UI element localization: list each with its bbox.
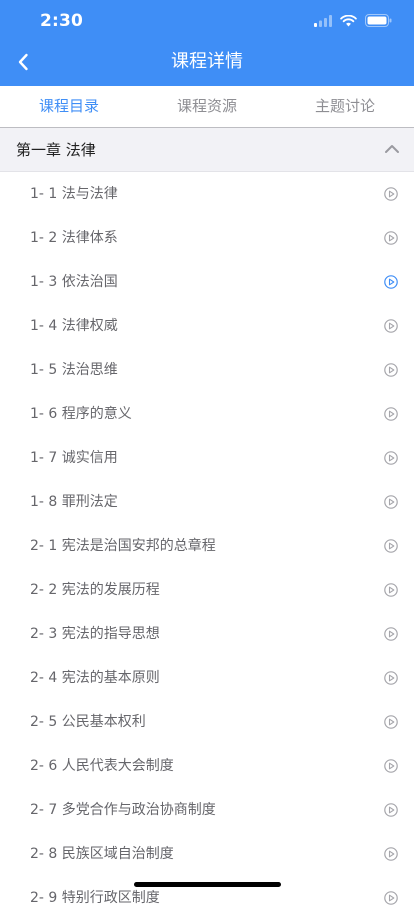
nav-header: 2:30 课程详情 [0,0,414,86]
tab-topic-discussion[interactable]: 主题讨论 [276,86,414,128]
lesson-item[interactable]: 1- 7 诚实信用 [0,436,414,480]
status-time: 2:30 [40,11,84,31]
lesson-item[interactable]: 2- 4 宪法的基本原则 [0,656,414,700]
play-circle-icon[interactable] [384,847,398,861]
lesson-label: 1- 5 法治思维 [30,362,118,378]
lesson-label: 2- 2 宪法的发展历程 [30,582,160,598]
play-circle-icon[interactable] [384,583,398,597]
lesson-item[interactable]: 2- 2 宪法的发展历程 [0,568,414,612]
lesson-item[interactable]: 1- 3 依法治国 [0,260,414,304]
play-circle-icon[interactable] [384,407,398,421]
lesson-item[interactable]: 2- 8 民族区域自治制度 [0,832,414,876]
lesson-label: 1- 3 依法治国 [30,274,118,290]
chapter-header[interactable]: 第一章 法律 [0,128,414,172]
lesson-label: 2- 3 宪法的指导思想 [30,626,160,642]
lesson-label: 1- 8 罪刑法定 [30,494,118,510]
wifi-icon [340,14,357,26]
lesson-label: 2- 5 公民基本权利 [30,714,146,730]
lesson-list: 1- 1 法与法律 1- 2 法律体系 1- 3 依法治国 1- 4 法律权威 … [0,172,414,920]
lesson-item[interactable]: 1- 8 罪刑法定 [0,480,414,524]
play-circle-icon[interactable] [384,539,398,553]
lesson-item[interactable]: 1- 6 程序的意义 [0,392,414,436]
lesson-label: 2- 4 宪法的基本原则 [30,670,160,686]
lesson-item[interactable]: 2- 3 宪法的指导思想 [0,612,414,656]
lesson-label: 2- 8 民族区域自治制度 [30,846,174,862]
lesson-item[interactable]: 2- 6 人民代表大会制度 [0,744,414,788]
chapter-title: 第一章 法律 [16,141,96,159]
lesson-label: 2- 7 多党合作与政治协商制度 [30,802,216,818]
play-circle-icon[interactable] [384,451,398,465]
lesson-label: 1- 6 程序的意义 [30,406,132,422]
lesson-label: 1- 2 法律体系 [30,230,118,246]
lesson-label: 1- 1 法与法律 [30,186,118,202]
lesson-item[interactable]: 1- 2 法律体系 [0,216,414,260]
lesson-item[interactable]: 1- 5 法治思维 [0,348,414,392]
play-circle-icon[interactable] [384,671,398,685]
play-circle-icon[interactable] [384,715,398,729]
play-circle-icon[interactable] [384,627,398,641]
lesson-item[interactable]: 2- 7 多党合作与政治协商制度 [0,788,414,832]
lesson-item[interactable]: 2- 5 公民基本权利 [0,700,414,744]
tab-course-catalog[interactable]: 课程目录 [0,86,138,130]
lesson-label: 1- 7 诚实信用 [30,450,118,466]
lesson-label: 2- 6 人民代表大会制度 [30,758,174,774]
lesson-item[interactable]: 1- 1 法与法律 [0,172,414,216]
play-circle-icon[interactable] [384,187,398,201]
play-circle-icon[interactable] [384,231,398,245]
lesson-label: 1- 4 法律权威 [30,318,118,334]
play-circle-icon[interactable] [384,759,398,773]
battery-icon [365,14,392,27]
play-circle-icon[interactable] [384,891,398,905]
play-circle-icon[interactable] [384,363,398,377]
signal-icon [314,14,332,27]
status-icons [314,14,392,27]
tab-course-resources[interactable]: 课程资源 [138,86,276,128]
lesson-item[interactable]: 1- 4 法律权威 [0,304,414,348]
play-circle-icon[interactable] [384,495,398,509]
play-circle-icon[interactable] [384,319,398,333]
page-title: 课程详情 [171,51,243,72]
chevron-up-icon[interactable] [384,141,400,157]
play-circle-icon[interactable] [384,803,398,817]
lesson-label: 2- 1 宪法是治国安邦的总章程 [30,538,216,554]
lesson-item[interactable]: 2- 1 宪法是治国安邦的总章程 [0,524,414,568]
tab-bar: 课程目录 课程资源 主题讨论 [0,86,414,130]
play-circle-icon[interactable] [384,275,398,289]
home-indicator[interactable] [134,882,281,887]
